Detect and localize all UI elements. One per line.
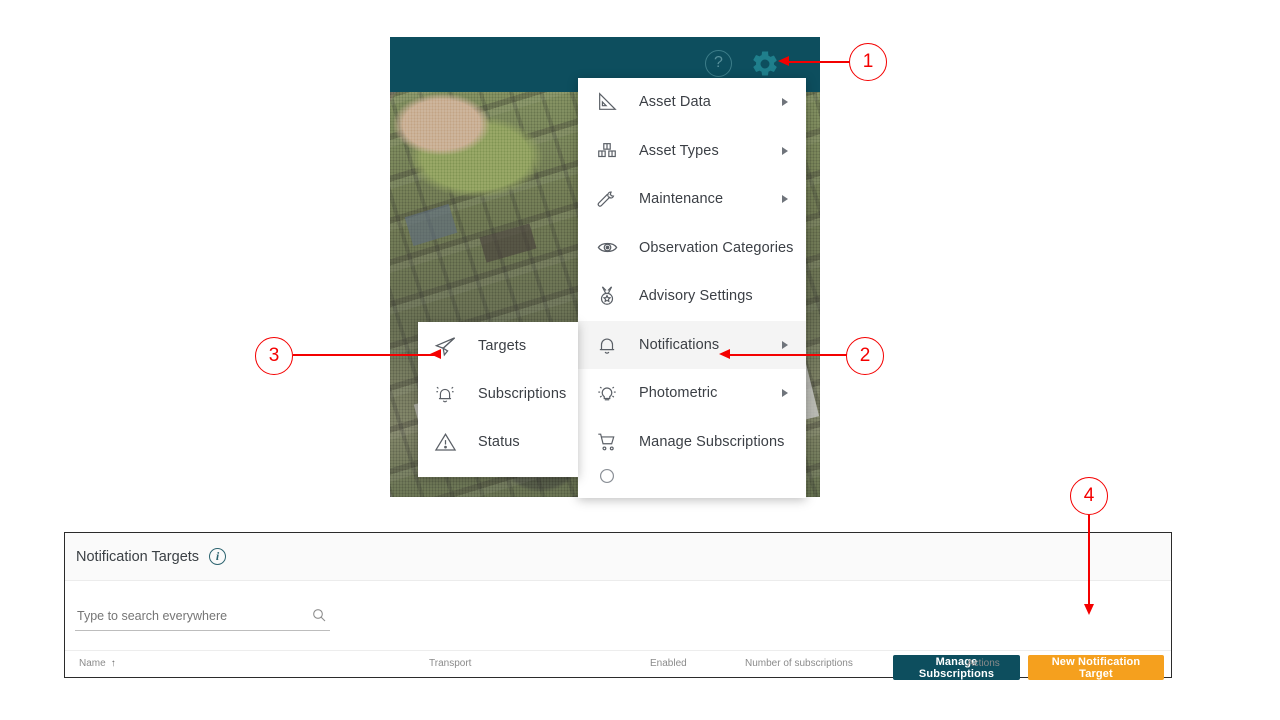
help-circle-icon[interactable]: ? <box>705 50 732 77</box>
menu-item-asset-types[interactable]: Asset Types <box>578 127 806 176</box>
column-header-actions: Actions <box>967 658 1000 669</box>
submenu-item-label: Subscriptions <box>478 386 566 402</box>
bell-ring-icon <box>434 381 464 407</box>
menu-item-partial-cut-off[interactable] <box>578 466 806 486</box>
callout-2-line <box>730 354 847 356</box>
callout-1-arrowhead <box>778 56 789 66</box>
page-title: Notification Targets <box>76 549 199 565</box>
menu-item-label: Maintenance <box>639 191 723 207</box>
chevron-right-icon <box>782 147 788 155</box>
submenu-item-label: Status <box>478 434 520 450</box>
info-icon[interactable]: i <box>209 548 226 565</box>
wrench-icon <box>596 186 626 212</box>
column-header-transport[interactable]: Transport <box>429 658 471 669</box>
notifications-menu-item[interactable]: Notifications <box>578 321 806 370</box>
menu-item-label: Asset Types <box>639 143 719 159</box>
medal-icon <box>596 283 626 309</box>
panel-header: Notification Targets i <box>65 533 1171 581</box>
callout-3-arrowhead <box>430 349 441 359</box>
callout-3-line <box>293 354 441 356</box>
warning-triangle-icon <box>434 429 464 455</box>
notification-targets-panel: Notification Targets i Manage Subscripti… <box>64 532 1172 678</box>
lightbulb-icon <box>596 380 626 406</box>
settings-dropdown-menu[interactable]: Asset Data Asset Types Maintenanc <box>578 78 806 498</box>
search-field[interactable] <box>75 607 330 631</box>
search-input[interactable] <box>75 608 293 624</box>
bell-icon <box>596 332 626 358</box>
search-icon[interactable] <box>311 607 327 628</box>
set-square-icon <box>596 89 626 115</box>
column-label: Name <box>79 658 106 669</box>
column-header-name[interactable]: Name ↑ <box>79 658 116 669</box>
chevron-right-icon <box>782 98 788 106</box>
table-header-row: Name ↑ Transport Enabled Number of subscr… <box>65 650 1171 677</box>
column-header-enabled[interactable]: Enabled <box>650 658 687 669</box>
menu-item-label: Asset Data <box>639 94 711 110</box>
menu-item-label: Notifications <box>639 337 719 353</box>
callout-1: 1 <box>849 43 887 81</box>
screenshot-root: ? Asset Data <box>0 0 1280 720</box>
callout-4: 4 <box>1070 477 1108 515</box>
status-submenu-item[interactable]: Status <box>418 418 578 466</box>
callout-2-arrowhead <box>719 349 730 359</box>
callout-2: 2 <box>846 337 884 375</box>
submenu-item-label: Targets <box>478 338 526 354</box>
subscriptions-submenu-item[interactable]: Subscriptions <box>418 370 578 418</box>
callout-3: 3 <box>255 337 293 375</box>
chevron-right-icon <box>782 341 788 349</box>
shopping-cart-icon <box>596 429 626 455</box>
menu-item-advisory-settings[interactable]: Advisory Settings <box>578 272 806 321</box>
sort-ascending-icon: ↑ <box>111 658 116 669</box>
gear-icon[interactable] <box>750 49 780 79</box>
chevron-right-icon <box>782 389 788 397</box>
notifications-submenu[interactable]: Targets Subscriptions Status <box>418 322 578 477</box>
menu-item-label: Observation Categories <box>639 240 794 256</box>
boxes-icon <box>596 138 626 164</box>
column-header-number-of-subscriptions[interactable]: Number of subscriptions <box>745 658 853 669</box>
menu-item-photometric[interactable]: Photometric <box>578 369 806 418</box>
menu-item-maintenance[interactable]: Maintenance <box>578 175 806 224</box>
menu-item-label: Advisory Settings <box>639 288 753 304</box>
callout-1-line <box>789 61 850 63</box>
menu-item-asset-data[interactable]: Asset Data <box>578 78 806 127</box>
panel-body: Manage Subscriptions New Notification Ta… <box>65 581 1171 677</box>
chevron-right-icon <box>782 195 788 203</box>
menu-item-observation-categories[interactable]: Observation Categories <box>578 224 806 273</box>
targets-submenu-item[interactable]: Targets <box>418 322 578 370</box>
menu-item-label: Manage Subscriptions <box>639 434 784 450</box>
callout-4-line <box>1088 515 1090 605</box>
menu-item-manage-subscriptions[interactable]: Manage Subscriptions <box>578 418 806 467</box>
partial-icon <box>596 463 626 489</box>
menu-item-label: Photometric <box>639 385 717 401</box>
eye-icon <box>596 235 626 261</box>
callout-4-arrowhead <box>1084 604 1094 615</box>
